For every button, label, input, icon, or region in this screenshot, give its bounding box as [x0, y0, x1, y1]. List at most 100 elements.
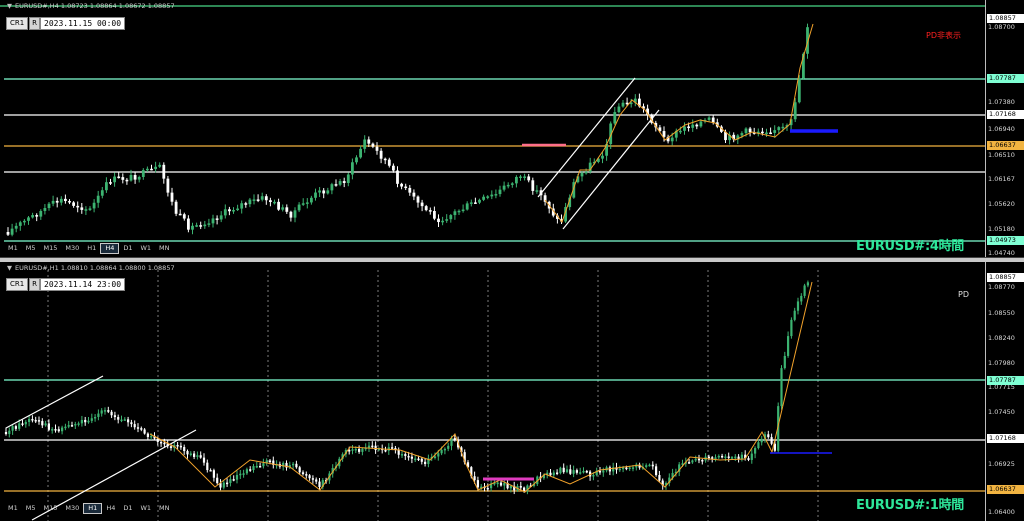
bear-candle [556, 472, 559, 475]
bull-candle [245, 469, 248, 474]
collapse-triangle-icon[interactable]: ▼ [7, 2, 12, 10]
bear-candle [41, 421, 44, 426]
bull-candle [740, 454, 743, 460]
bull-candle [584, 171, 588, 174]
h4-timeframe-mn[interactable]: MN [155, 243, 173, 254]
bear-candle [76, 205, 80, 208]
bull-candle [310, 197, 313, 203]
bull-candle [326, 190, 330, 194]
bull-candle [361, 448, 364, 452]
h4-chart-pane[interactable]: ▼ EURUSD#,H4 1.08723 1.08864 1.08672 1.08… [0, 0, 1024, 258]
bear-candle [170, 192, 174, 202]
bull-candle [43, 208, 47, 211]
h4-timeframe-m5[interactable]: M5 [22, 243, 40, 254]
bear-candle [84, 419, 87, 423]
bear-candle [658, 475, 661, 481]
bull-candle [292, 463, 295, 466]
bear-candle [711, 457, 714, 459]
bear-candle [433, 211, 436, 219]
bull-candle [47, 203, 51, 209]
h4-timeframe-d1[interactable]: D1 [119, 243, 136, 254]
h4-timeframe-h1[interactable]: H1 [83, 243, 100, 254]
h4-r-button[interactable]: R [29, 17, 40, 30]
bull-candle [94, 416, 97, 419]
bull-candle [59, 198, 63, 203]
bull-candle [252, 199, 256, 201]
bear-candle [767, 434, 770, 438]
h4-cr-button[interactable]: CR1 [6, 17, 29, 30]
h4-price-tick: 1.06167 [988, 175, 1015, 183]
bull-candle [154, 166, 157, 170]
h1-timeframe-m30[interactable]: M30 [61, 503, 83, 514]
h4-timeframe-h4[interactable]: H4 [100, 243, 120, 254]
h4-chart-canvas[interactable] [0, 0, 985, 257]
bull-candle [618, 468, 621, 471]
bull-candle [414, 458, 417, 461]
bear-candle [400, 183, 403, 187]
bull-candle [613, 112, 617, 124]
h1-timeframe-m15[interactable]: M15 [40, 503, 62, 514]
bull-candle [252, 466, 255, 471]
h1-price-tick: 1.08770 [988, 283, 1015, 291]
bull-candle [648, 464, 651, 467]
h1-chart-canvas[interactable] [0, 262, 985, 521]
h1-symbol-info: ▼ EURUSD#,H1 1.08810 1.08864 1.08800 1.08… [7, 264, 175, 272]
bear-candle [107, 410, 110, 412]
bear-candle [6, 232, 10, 235]
bull-candle [453, 211, 457, 216]
bull-candle [691, 124, 695, 128]
bull-candle [195, 225, 198, 227]
bear-candle [379, 150, 383, 159]
bear-candle [186, 451, 189, 455]
h1-price-tick: 1.07980 [988, 359, 1015, 367]
h1-timeframe-mn[interactable]: MN [155, 503, 173, 514]
bull-candle [447, 445, 450, 449]
h1-timeframe-m5[interactable]: M5 [22, 503, 40, 514]
collapse-triangle-icon[interactable]: ▼ [7, 264, 12, 272]
h4-timeframe-m15[interactable]: M15 [40, 243, 62, 254]
h4-timeframe-m30[interactable]: M30 [61, 243, 83, 254]
bear-candle [37, 420, 41, 422]
h1-timeframe-d1[interactable]: D1 [119, 503, 136, 514]
bear-candle [761, 131, 764, 134]
bull-candle [44, 423, 47, 426]
bull-candle [440, 449, 443, 454]
h4-timeframe-m1[interactable]: M1 [4, 243, 22, 254]
bull-candle [77, 423, 80, 425]
bull-candle [87, 420, 90, 423]
bear-candle [412, 192, 416, 197]
bull-candle [305, 202, 309, 204]
bear-candle [358, 448, 361, 452]
h4-timeframe-bar: M1 M5 M15 M30 H1 H4 D1 W1 MN [4, 243, 174, 254]
bull-candle [8, 430, 11, 435]
bear-candle [21, 423, 24, 425]
bull-candle [11, 426, 14, 431]
h1-timeframe-m1[interactable]: M1 [4, 503, 22, 514]
h1-timeframe-h4[interactable]: H4 [102, 503, 119, 514]
bear-candle [146, 433, 149, 437]
h4-timeframe-w1[interactable]: W1 [136, 243, 155, 254]
bull-candle [724, 456, 727, 459]
bull-candle [601, 155, 604, 159]
bear-candle [298, 467, 301, 473]
bull-candle [503, 482, 506, 486]
h1-timeframe-w1[interactable]: W1 [136, 503, 155, 514]
h1-chart-pane[interactable]: ▼ EURUSD#,H1 1.08810 1.08864 1.08800 1.08… [0, 262, 1024, 521]
bear-candle [697, 458, 701, 461]
bear-candle [226, 482, 229, 485]
bear-candle [47, 423, 50, 430]
h1-cr-button[interactable]: CR1 [6, 278, 29, 291]
h1-chart-title: EURUSD#:1時間 [856, 498, 964, 513]
bear-candle [212, 470, 215, 478]
bear-candle [687, 126, 690, 129]
bear-candle [206, 462, 209, 471]
bear-candle [651, 464, 654, 467]
bear-candle [598, 470, 602, 473]
h1-r-button[interactable]: R [29, 278, 40, 291]
bull-candle [363, 139, 367, 149]
bear-candle [420, 202, 424, 207]
bull-candle [281, 207, 285, 210]
h1-timeframe-h1[interactable]: H1 [83, 503, 103, 514]
bull-candle [67, 425, 70, 427]
h1-info-text: EURUSD#,H1 1.08810 1.08864 1.08800 1.088… [15, 264, 175, 272]
